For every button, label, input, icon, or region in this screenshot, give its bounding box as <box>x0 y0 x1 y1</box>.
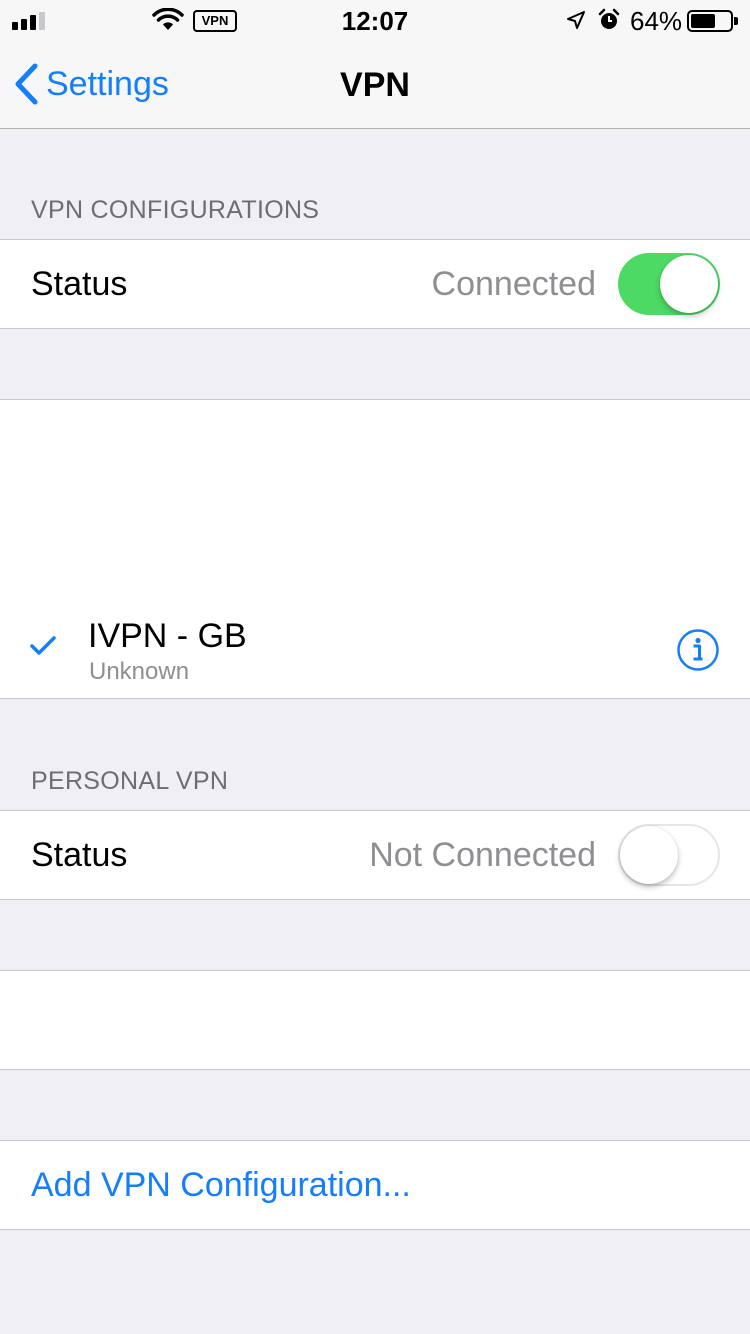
vpn-status-row: Status Connected <box>0 239 750 329</box>
vpn-configuration-status: Unknown <box>89 658 190 685</box>
vpn-configuration-item-ivpn-gb[interactable]: IVPN - GB Unknown <box>0 600 750 698</box>
vpn-configuration-list: IVPN - GB Unknown <box>0 399 750 699</box>
page-title: VPN <box>340 66 410 104</box>
section-header-vpn-configurations: VPN CONFIGURATIONS <box>31 196 320 224</box>
personal-vpn-toggle[interactable] <box>618 824 720 886</box>
toggle-knob <box>620 826 678 884</box>
vpn-status-label: Status <box>31 265 128 303</box>
add-vpn-configuration-button[interactable]: Add VPN Configuration... <box>31 1166 411 1205</box>
toggle-knob <box>660 255 718 313</box>
vpn-status-value: Connected <box>431 265 596 303</box>
alarm-icon <box>598 8 620 29</box>
personal-vpn-status-row: Status Not Connected <box>0 810 750 900</box>
vpn-configuration-name: IVPN - GB <box>88 617 247 655</box>
info-icon[interactable] <box>676 628 720 672</box>
status-bar: VPN 12:07 64% <box>0 0 750 40</box>
battery-icon <box>687 10 738 32</box>
navigation-bar: Settings VPN <box>0 40 750 129</box>
personal-vpn-status-label: Status <box>31 836 128 874</box>
add-vpn-configuration-row[interactable]: Add VPN Configuration... <box>0 1140 750 1230</box>
checkmark-icon <box>30 636 56 655</box>
empty-cell <box>0 970 750 1070</box>
personal-vpn-status-value: Not Connected <box>369 836 596 874</box>
vpn-status-toggle[interactable] <box>618 253 720 315</box>
location-arrow-icon <box>567 11 585 29</box>
section-header-personal-vpn: PERSONAL VPN <box>31 767 229 795</box>
battery-percent: 64% <box>630 6 683 36</box>
